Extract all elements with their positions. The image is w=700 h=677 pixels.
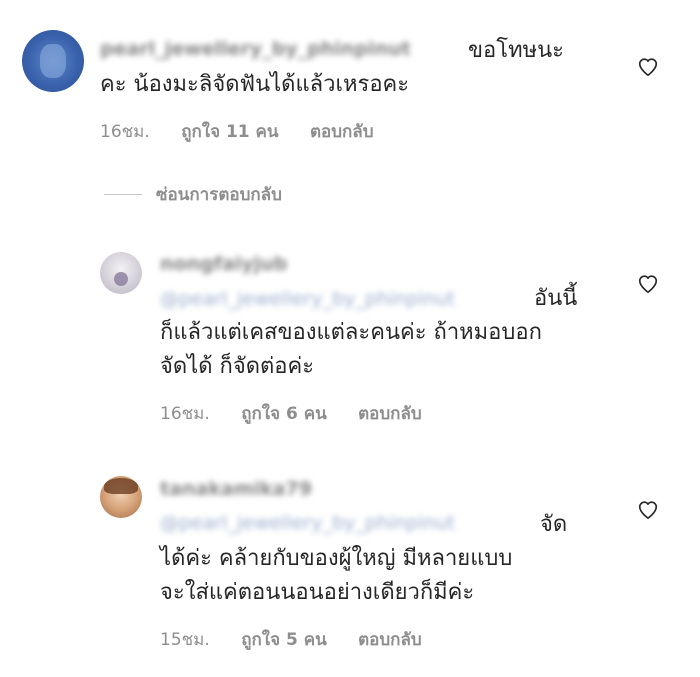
reply-text-line: จัด [540,512,568,537]
reply-text-line: ก็แล้วแต่เคสของแต่ละคนค่ะ ถ้าหมอบอก [160,320,542,345]
heart-outline-icon[interactable] [637,56,659,78]
heart-outline-icon[interactable] [637,273,659,295]
reply-mention-link[interactable]: @pearl_jewellery_by_phinpinut [160,512,455,534]
reply-mention-link[interactable]: @pearl_jewellery_by_phinpinut [160,288,455,310]
hide-replies-toggle[interactable]: ซ่อนการตอบกลับ [104,182,282,206]
reply-meta: 16ชม. ถูกใจ 6 คน ตอบกลับ [160,400,448,427]
reply-text-line: จัดได้ ก็จัดต่อค่ะ [160,354,315,379]
reply-reply-button[interactable]: ตอบกลับ [358,404,422,424]
avatar[interactable] [100,252,142,294]
comment-likes-button[interactable]: ถูกใจ 11 คน [181,122,278,142]
reply-likes-button[interactable]: ถูกใจ 6 คน [241,404,327,424]
comment-text-line: คะ น้องมะลิจัดฟันได้แล้วเหรอคะ [100,72,410,97]
reply-reply-button[interactable]: ตอบกลับ [358,630,422,650]
comment-username[interactable]: pearl_jewellery_by_phinpinut [100,38,411,60]
reply-meta: 15ชม. ถูกใจ 5 คน ตอบกลับ [160,626,448,653]
comment-text-line: ขอโทษนะ [468,38,564,63]
reply-text-line: อันนี้ [534,286,578,311]
avatar-image [104,478,138,494]
reply-time: 15ชม. [160,630,210,650]
comment-time: 16ชม. [100,122,150,142]
reply-text-line: ได้ค่ะ คล้ายกับของผู้ใหญ่ มีหลายแบบ [160,546,513,571]
comment-reply-button[interactable]: ตอบกลับ [310,122,374,142]
heart-outline-icon[interactable] [637,499,659,521]
avatar[interactable] [22,30,84,92]
hide-replies-divider [104,193,142,195]
avatar[interactable] [100,476,142,518]
avatar-image [40,44,66,78]
reply-text-line: จะใส่แค่ตอนนอนอย่างเดียวก็มีค่ะ [160,580,475,605]
comment-meta: 16ชม. ถูกใจ 11 คน ตอบกลับ [100,118,399,145]
reply-username[interactable]: nongfaiyjub [160,253,287,275]
reply-time: 16ชม. [160,404,210,424]
avatar-image [114,272,128,286]
hide-replies-label[interactable]: ซ่อนการตอบกลับ [156,181,282,208]
reply-likes-button[interactable]: ถูกใจ 5 คน [241,630,327,650]
reply-username[interactable]: tanakamika79 [160,478,312,500]
